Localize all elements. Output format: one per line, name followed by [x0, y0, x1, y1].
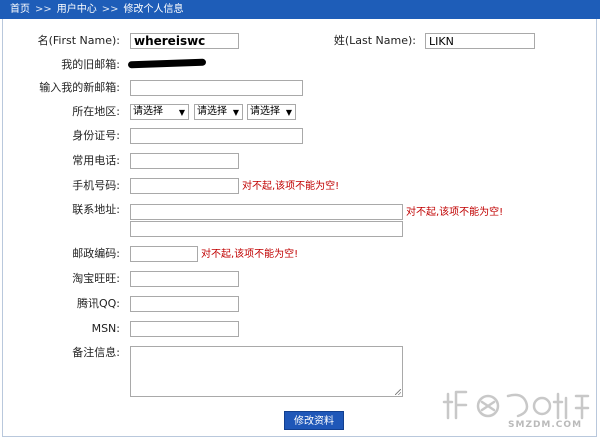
watermark-logo-icon [442, 390, 590, 420]
mobile-label: 手机号码: [72, 179, 120, 192]
phone-label: 常用电话: [72, 154, 120, 167]
last-name-input[interactable] [425, 33, 535, 49]
breadcrumb-user-center-link[interactable]: 用户中心 [57, 4, 97, 15]
watermark: SMZDM.COM [442, 388, 592, 434]
last-name-label: 姓(Last Name): [333, 34, 416, 47]
old-email-label: 我的旧邮箱: [61, 58, 120, 71]
postcode-label: 邮政编码: [72, 247, 120, 260]
address-input-line2[interactable] [130, 221, 403, 237]
first-name-label: 名(First Name): [37, 34, 120, 47]
id-number-input[interactable] [130, 128, 303, 144]
resize-grip-icon[interactable] [395, 389, 401, 395]
address-label: 联系地址: [72, 203, 120, 216]
dropdown-arrow-icon: ▼ [178, 108, 185, 117]
new-email-input[interactable] [130, 80, 303, 96]
dropdown-arrow-icon: ▼ [285, 108, 292, 117]
mobile-error: 对不起,该项不能为空! [242, 181, 340, 192]
phone-input[interactable] [130, 153, 239, 169]
notes-label: 备注信息: [72, 346, 120, 359]
breadcrumb-separator: >> [101, 4, 119, 15]
breadcrumb-separator: >> [35, 4, 52, 15]
taobao-input[interactable] [130, 271, 239, 287]
postcode-error: 对不起,该项不能为空! [201, 249, 299, 260]
mobile-input[interactable] [130, 178, 239, 194]
breadcrumb: 首页 >> 用户中心 >> 修改个人信息 [0, 0, 600, 19]
breadcrumb-current: 修改个人信息 [123, 4, 184, 15]
region-label: 所在地区: [72, 105, 120, 118]
msn-label: MSN: [91, 322, 120, 335]
first-name-input[interactable] [130, 33, 239, 49]
watermark-text: SMZDM.COM [508, 420, 583, 430]
notes-textarea[interactable] [130, 346, 403, 397]
province-select[interactable]: 请选择 ▼ [130, 104, 189, 120]
id-number-label: 身份证号: [72, 129, 120, 142]
new-email-label: 输入我的新邮箱: [39, 81, 120, 94]
dropdown-arrow-icon: ▼ [232, 108, 239, 117]
address-error: 对不起,该项不能为空! [406, 207, 504, 218]
qq-label: 腾讯QQ: [76, 297, 120, 310]
address-input-line1[interactable] [130, 204, 403, 220]
city-select[interactable]: 请选择 ▼ [194, 104, 243, 120]
submit-button[interactable]: 修改资料 [284, 411, 344, 430]
msn-input[interactable] [130, 321, 239, 337]
qq-input[interactable] [130, 296, 239, 312]
taobao-label: 淘宝旺旺: [72, 272, 120, 285]
postcode-input[interactable] [130, 246, 198, 262]
district-select[interactable]: 请选择 ▼ [247, 104, 296, 120]
breadcrumb-home-link[interactable]: 首页 [10, 4, 30, 15]
